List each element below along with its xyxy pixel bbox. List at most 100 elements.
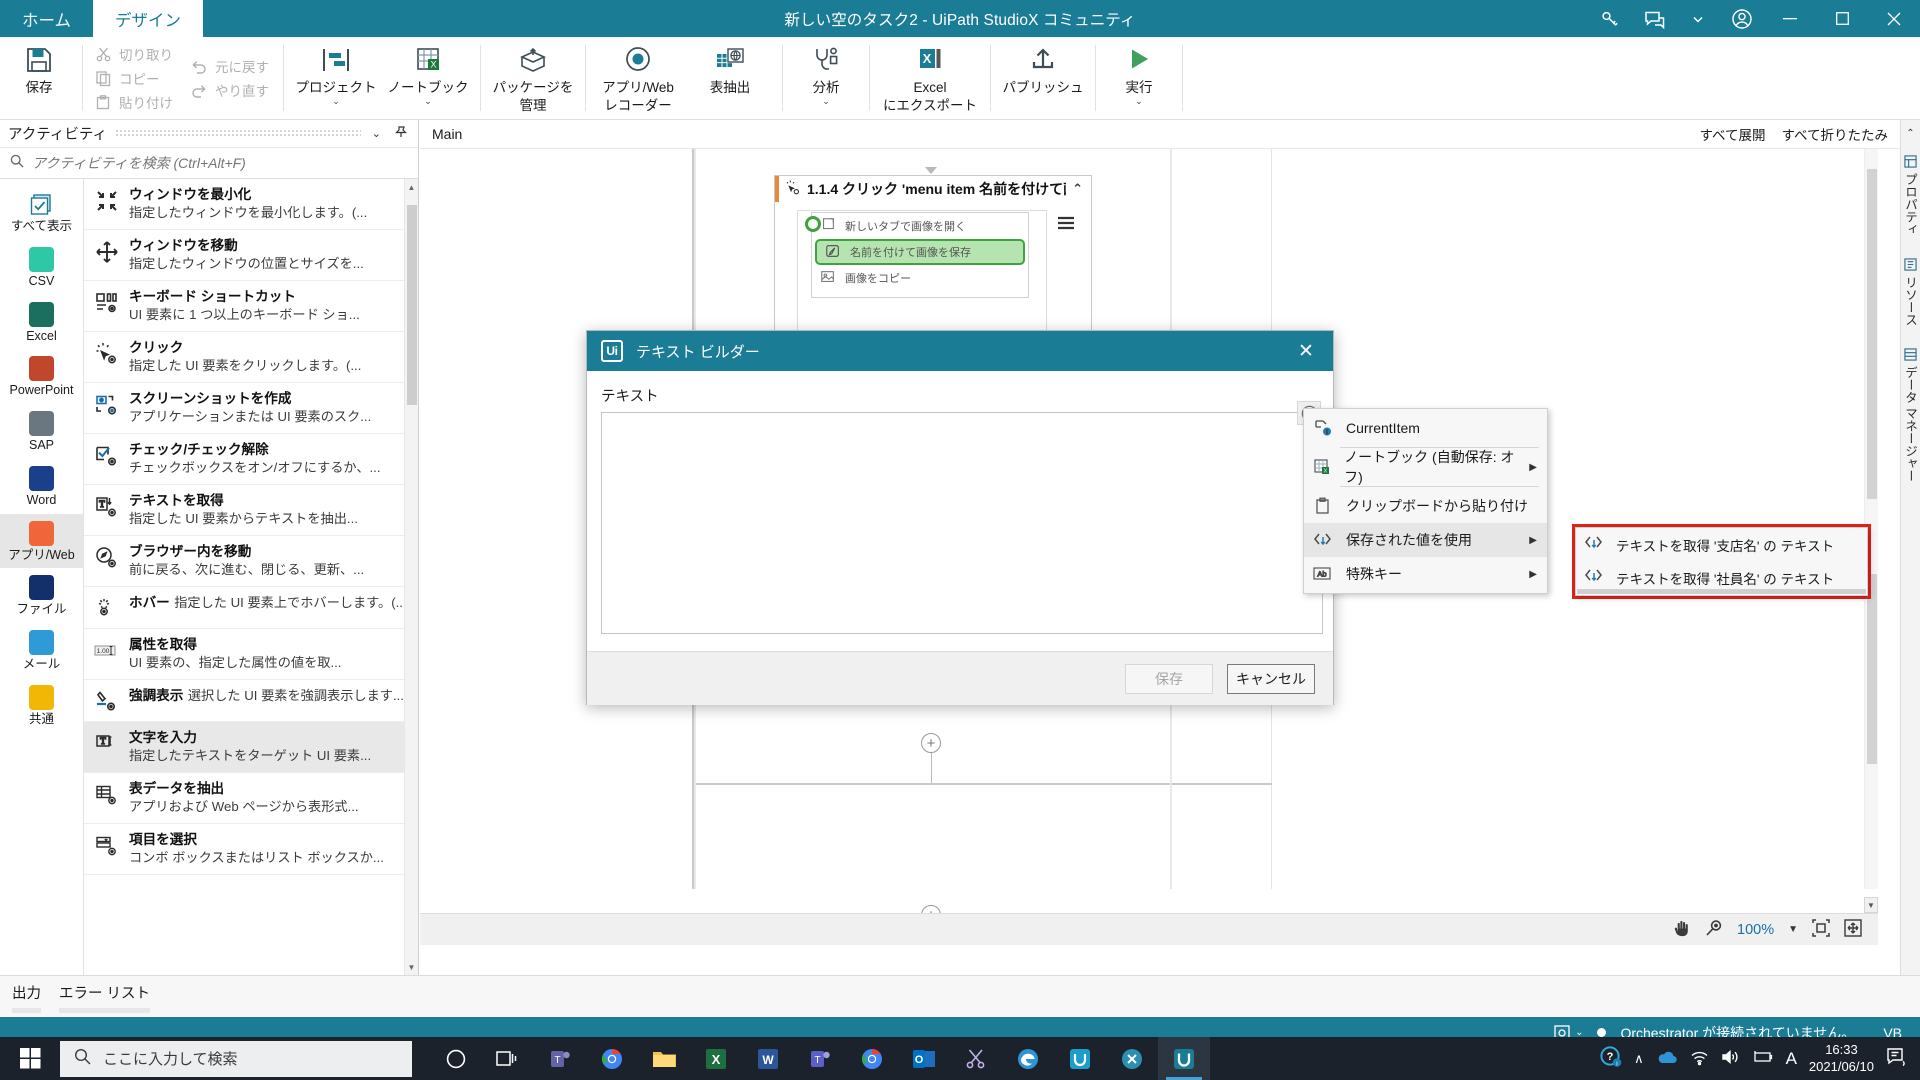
redo-button[interactable]: やり直す <box>185 79 277 102</box>
cancel-button[interactable]: キャンセル <box>1227 663 1315 694</box>
collapse-all-link[interactable]: すべて折りたたみ <box>1781 124 1888 144</box>
run-button[interactable]: 実行 ⌄ <box>1102 37 1176 119</box>
manage-packages-button[interactable]: パッケージを 管理 <box>487 37 579 119</box>
uipath-studiox-icon[interactable] <box>1158 1037 1210 1080</box>
list-item[interactable]: 項目を選択 コンボ ボックスまたはリスト ボックスか... <box>84 824 418 875</box>
table-extraction-button[interactable]: 表抽出 <box>684 37 776 119</box>
analyze-button[interactable]: 分析 ⌄ <box>789 37 863 119</box>
category-common[interactable]: 共通 <box>0 678 83 733</box>
category-app-web[interactable]: アプリ/Web <box>0 513 83 569</box>
activity-card-header[interactable]: 1.1.4 クリック 'menu item 名前を付けて画像を保存(\ ⌃ <box>775 176 1091 202</box>
list-item[interactable]: ウィンドウを最小化 指定したウィンドウを最小化します。(... <box>84 179 418 230</box>
tab-error-list[interactable]: エラー リスト <box>59 982 151 1017</box>
close-button[interactable] <box>1868 0 1920 37</box>
cortana-icon[interactable] <box>430 1037 482 1080</box>
onedrive-icon[interactable] <box>1656 1050 1678 1068</box>
list-item[interactable]: スクリーンショットを作成 アプリケーションまたは UI 要素のスク... <box>84 383 418 434</box>
list-item[interactable]: 表データを抽出 アプリおよび Web ページから表形式... <box>84 773 418 824</box>
list-item-type-into[interactable]: T 文字を入力 指定したテキストをターゲット UI 要素... <box>84 722 418 773</box>
windows-start-icon[interactable] <box>0 1037 60 1080</box>
ime-indicator[interactable]: A <box>1786 1049 1797 1069</box>
dialog-close-button[interactable]: ✕ <box>1289 334 1323 368</box>
menu-item-special-key[interactable]: Ab 特殊キー ▶ <box>1304 557 1547 591</box>
list-item[interactable]: ウィンドウを移動 指定したウィンドウの位置とサイズを... <box>84 230 418 281</box>
magnifier-icon[interactable] <box>1705 919 1723 940</box>
menu-item-use-saved-value[interactable]: 保存された値を使用 ▶ <box>1304 523 1547 557</box>
save-button[interactable]: 保存 <box>1125 663 1213 694</box>
scrollbar-thumb[interactable] <box>1867 169 1877 499</box>
chrome2-icon[interactable] <box>846 1037 898 1080</box>
list-item[interactable]: キーボード ショートカット UI 要素に 1 つ以上のキーボード ショ... <box>84 281 418 332</box>
taskbar-clock[interactable]: 16:33 2021/06/10 <box>1809 1042 1874 1075</box>
publish-button[interactable]: パブリッシュ <box>997 37 1089 119</box>
list-item[interactable]: クリック 指定した UI 要素をクリックします。(... <box>84 332 418 383</box>
maximize-button[interactable] <box>1816 0 1868 37</box>
scroll-down-arrow[interactable]: ▼ <box>405 959 418 975</box>
chevron-down-icon[interactable] <box>1676 0 1720 37</box>
minimize-button[interactable] <box>1764 0 1816 37</box>
category-mail[interactable]: メール <box>0 623 83 678</box>
account-icon[interactable] <box>1720 0 1764 37</box>
scrollbar-thumb[interactable] <box>407 205 417 405</box>
uipath-studio2-icon[interactable] <box>1106 1037 1158 1080</box>
submenu-scrollbar[interactable] <box>1577 589 1866 594</box>
list-item[interactable]: ブラウザー内を移動 前に戻る、次に進む、閉じる、更新、... <box>84 536 418 587</box>
ribbon-tab-home[interactable]: ホーム <box>0 0 93 37</box>
chevron-up-icon[interactable]: ∧ <box>1634 1051 1644 1067</box>
canvas-vertical-scrollbar[interactable] <box>1864 149 1878 889</box>
taskbar-search-box[interactable]: ここに入力して検索 <box>60 1040 412 1077</box>
ribbon-tab-design[interactable]: デザイン <box>93 0 204 37</box>
dock-tab-properties[interactable]: プロパティ <box>1899 149 1920 242</box>
hand-icon[interactable] <box>1672 919 1691 941</box>
notebook-button[interactable]: X ノートブック ⌄ <box>382 37 474 119</box>
search-input[interactable] <box>32 155 408 171</box>
center-icon[interactable] <box>1844 919 1862 940</box>
activities-search-bar[interactable] <box>0 148 418 179</box>
text-input-area[interactable] <box>601 412 1323 634</box>
uipath-assistant-icon[interactable] <box>1054 1037 1106 1080</box>
category-show-all[interactable]: すべて表示 <box>0 185 83 240</box>
fit-to-window-icon[interactable] <box>1812 919 1830 940</box>
list-item[interactable]: 強調表示 選択した UI 要素を強調表示します... <box>84 680 418 722</box>
export-to-excel-button[interactable]: X Excel にエクスポート <box>876 37 984 119</box>
add-activity-button[interactable]: + <box>921 733 941 753</box>
breadcrumb[interactable]: Main <box>432 126 462 142</box>
activities-scrollbar[interactable]: ▲ ▼ <box>404 179 418 975</box>
menu-item-notebook[interactable]: X ノートブック (自動保存: オフ) ▶ <box>1304 449 1547 485</box>
excel-icon[interactable]: X <box>690 1037 742 1080</box>
list-item[interactable]: チェック/チェック解除 チェックボックスをオン/オフにするか、... <box>84 434 418 485</box>
collapse-caret-icon[interactable]: ⌃ <box>1072 181 1083 197</box>
dock-tab-data-manager[interactable]: データ マネージャー <box>1899 342 1920 488</box>
file-explorer-icon[interactable] <box>638 1037 690 1080</box>
chevron-down-icon[interactable]: ⌄ <box>369 127 384 140</box>
project-button[interactable]: プロジェクト ⌄ <box>290 37 382 119</box>
dock-tab-resources[interactable]: リソース <box>1899 252 1920 332</box>
menu-item-current-item[interactable]: i CurrentItem <box>1304 411 1547 445</box>
hamburger-icon[interactable] <box>1053 210 1079 236</box>
category-excel[interactable]: Excel <box>0 295 83 350</box>
expand-all-link[interactable]: すべて展開 <box>1699 124 1765 144</box>
cut-button[interactable]: 切り取り <box>89 43 181 66</box>
save-button[interactable]: 保存 <box>2 37 76 119</box>
word-icon[interactable]: W <box>742 1037 794 1080</box>
undo-button[interactable]: 元に戻す <box>185 55 277 78</box>
category-sap[interactable]: SAP <box>0 404 83 459</box>
volume-icon[interactable] <box>1721 1049 1740 1068</box>
paste-button[interactable]: 貼り付け <box>89 91 181 114</box>
feedback-icon[interactable] <box>1632 0 1676 37</box>
activities-list[interactable]: ウィンドウを最小化 指定したウィンドウを最小化します。(... ウィンドウを移動… <box>84 179 418 975</box>
notifications-icon[interactable] <box>1886 1047 1908 1070</box>
scroll-up-arrow[interactable]: ▲ <box>405 179 418 195</box>
dock-collapse-icon[interactable]: ⌃ <box>1906 128 1914 139</box>
list-item[interactable]: ホバー 指定した UI 要素上でホバーします。(... <box>84 587 418 629</box>
pin-icon[interactable] <box>392 126 410 141</box>
edge-icon[interactable] <box>1002 1037 1054 1080</box>
category-csv[interactable]: CSV <box>0 240 83 295</box>
help-icon[interactable]: ? i <box>1600 1046 1622 1071</box>
app-web-recorder-button[interactable]: アプリ/Web レコーダー <box>592 37 684 119</box>
teams-icon[interactable]: T <box>534 1037 586 1080</box>
submenu-item-branch-name[interactable]: テキストを取得 '支店名' の テキスト <box>1576 528 1867 561</box>
task-view-icon[interactable] <box>482 1037 534 1080</box>
copy-button[interactable]: コピー <box>89 67 181 90</box>
list-item[interactable]: T テキストを取得 指定した UI 要素からテキストを抽出... <box>84 485 418 536</box>
